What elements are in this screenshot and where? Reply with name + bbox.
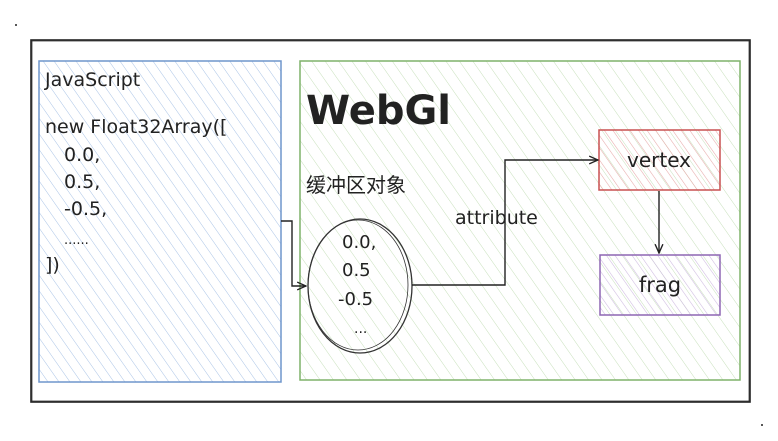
webgl-buffer-diagram: JavaScript new Float32Array([ 0.0, 0.5, … bbox=[15, 24, 763, 426]
code-line: ...... bbox=[64, 233, 89, 248]
code-line: 0.5, bbox=[64, 171, 100, 193]
javascript-title: JavaScript bbox=[44, 69, 140, 91]
stray-dot bbox=[761, 424, 763, 426]
buffer-value: 0.0, bbox=[342, 232, 376, 253]
buffer-object-label: 缓冲区对象 bbox=[306, 173, 406, 197]
code-line: new Float32Array([ bbox=[45, 116, 227, 138]
vertex-label: vertex bbox=[627, 148, 691, 172]
frag-label: frag bbox=[639, 273, 681, 297]
javascript-panel-box bbox=[38, 60, 282, 383]
webgl-title: WebGl bbox=[306, 88, 451, 134]
webgl-panel: WebGl 缓冲区对象 0.0, 0.5 -0.5 ... attribute … bbox=[299, 60, 741, 381]
code-line: ]) bbox=[45, 254, 60, 276]
attribute-label: attribute bbox=[455, 207, 538, 229]
buffer-value: -0.5 bbox=[338, 289, 373, 310]
stray-dot bbox=[15, 24, 17, 26]
buffer-value: ... bbox=[354, 321, 367, 337]
buffer-value: 0.5 bbox=[342, 260, 371, 281]
code-line: 0.0, bbox=[64, 144, 100, 166]
code-line: -0.5, bbox=[64, 198, 107, 220]
javascript-panel: JavaScript new Float32Array([ 0.0, 0.5, … bbox=[38, 60, 282, 383]
